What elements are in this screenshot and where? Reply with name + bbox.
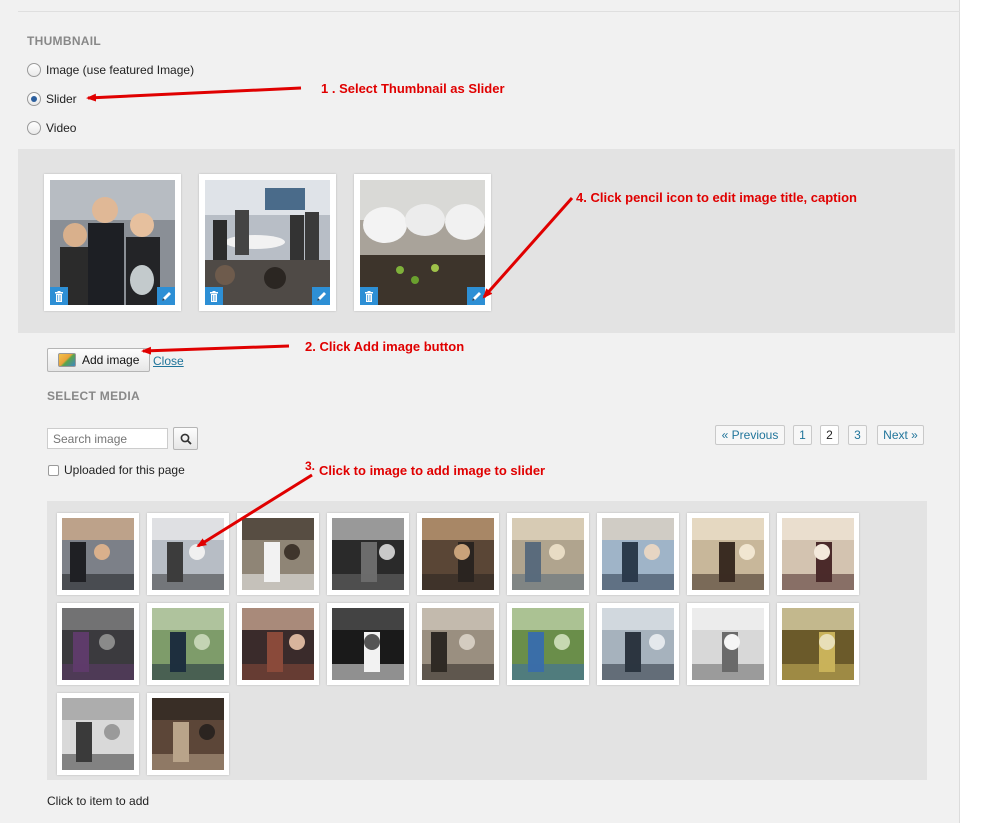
radio-label: Slider — [46, 92, 77, 106]
media-item[interactable] — [237, 513, 319, 595]
footer-hint: Click to item to add — [47, 794, 150, 808]
slider-item[interactable] — [354, 174, 491, 311]
search-button[interactable] — [173, 427, 198, 450]
radio-image-option[interactable]: Image (use featured Image) — [27, 63, 194, 77]
radio-label: Video — [46, 121, 77, 135]
media-item[interactable] — [777, 513, 859, 595]
media-item[interactable] — [777, 603, 859, 685]
radio-button-selected[interactable] — [27, 92, 41, 106]
media-thumbnail-image — [62, 698, 134, 770]
media-thumbnail-image — [692, 608, 764, 680]
radio-slider-option[interactable]: Slider — [27, 92, 77, 106]
slider-item[interactable] — [44, 174, 181, 311]
media-thumbnail-image — [152, 608, 224, 680]
annotation-step-1: 1 . Select Thumbnail as Slider — [321, 81, 505, 96]
media-thumbnail-image — [62, 518, 134, 590]
media-thumbnail-image — [422, 608, 494, 680]
trash-icon[interactable] — [360, 287, 378, 305]
media-thumbnail-image — [512, 518, 584, 590]
image-icon — [58, 353, 76, 367]
radio-button[interactable] — [27, 121, 41, 135]
media-grid — [47, 501, 927, 780]
annotation-step-3: Click to image to add image to slider — [319, 463, 546, 478]
trash-icon[interactable] — [50, 287, 68, 305]
media-item[interactable] — [327, 603, 409, 685]
media-item[interactable] — [327, 513, 409, 595]
pagination-previous[interactable]: « Previous — [715, 425, 785, 445]
media-item[interactable] — [507, 513, 589, 595]
radio-button[interactable] — [27, 63, 41, 77]
media-thumbnail-image — [602, 518, 674, 590]
media-item[interactable] — [147, 513, 229, 595]
media-item[interactable] — [597, 603, 679, 685]
media-thumbnail-image — [692, 518, 764, 590]
search-image-input[interactable] — [47, 428, 168, 449]
uploaded-checkbox[interactable] — [48, 464, 59, 476]
media-thumbnail-image — [602, 608, 674, 680]
media-item[interactable] — [147, 693, 229, 775]
media-item[interactable] — [57, 693, 139, 775]
search-icon — [180, 433, 192, 445]
trash-icon[interactable] — [205, 287, 223, 305]
annotation-step-2: 2. Click Add image button — [305, 339, 465, 354]
media-thumbnail-image — [62, 608, 134, 680]
media-thumbnail-image — [242, 608, 314, 680]
pagination-page-1[interactable]: 1 — [793, 425, 812, 445]
thumbnail-section-title: THUMBNAIL — [27, 34, 102, 48]
close-link[interactable]: Close — [153, 354, 184, 368]
pencil-icon[interactable] — [467, 287, 485, 305]
media-thumbnail-image — [242, 518, 314, 590]
media-thumbnail-image — [332, 518, 404, 590]
media-item[interactable] — [57, 603, 139, 685]
select-media-title: SELECT MEDIA — [47, 389, 140, 403]
radio-video-option[interactable]: Video — [27, 121, 76, 135]
annotation-step-3-number: 3. — [305, 459, 316, 473]
uploaded-checkbox-label: Uploaded for this page — [64, 463, 185, 477]
media-item[interactable] — [147, 603, 229, 685]
radio-label: Image (use featured Image) — [46, 63, 195, 77]
pencil-icon[interactable] — [312, 287, 330, 305]
media-item[interactable] — [237, 603, 319, 685]
add-image-button[interactable]: Add image — [47, 348, 150, 372]
media-item[interactable] — [57, 513, 139, 595]
media-thumbnail-image — [332, 608, 404, 680]
slider-images-area — [18, 149, 955, 333]
pagination-page-2-current[interactable]: 2 — [820, 425, 839, 445]
media-thumbnail-image — [512, 608, 584, 680]
pencil-icon[interactable] — [157, 287, 175, 305]
media-item[interactable] — [417, 513, 499, 595]
add-image-label: Add image — [82, 353, 140, 367]
annotation-step-4: 4. Click pencil icon to edit image title… — [576, 190, 857, 205]
slider-item[interactable] — [199, 174, 336, 311]
media-item[interactable] — [507, 603, 589, 685]
media-item[interactable] — [417, 603, 499, 685]
media-item[interactable] — [597, 513, 679, 595]
media-item[interactable] — [687, 603, 769, 685]
uploaded-for-page-filter[interactable]: Uploaded for this page — [48, 463, 185, 477]
media-thumbnail-image — [152, 518, 224, 590]
media-thumbnail-image — [782, 518, 854, 590]
divider — [18, 11, 960, 12]
pagination-next[interactable]: Next » — [877, 425, 924, 445]
pagination-page-3[interactable]: 3 — [848, 425, 867, 445]
media-thumbnail-image — [152, 698, 224, 770]
media-thumbnail-image — [422, 518, 494, 590]
media-item[interactable] — [687, 513, 769, 595]
media-thumbnail-image — [782, 608, 854, 680]
